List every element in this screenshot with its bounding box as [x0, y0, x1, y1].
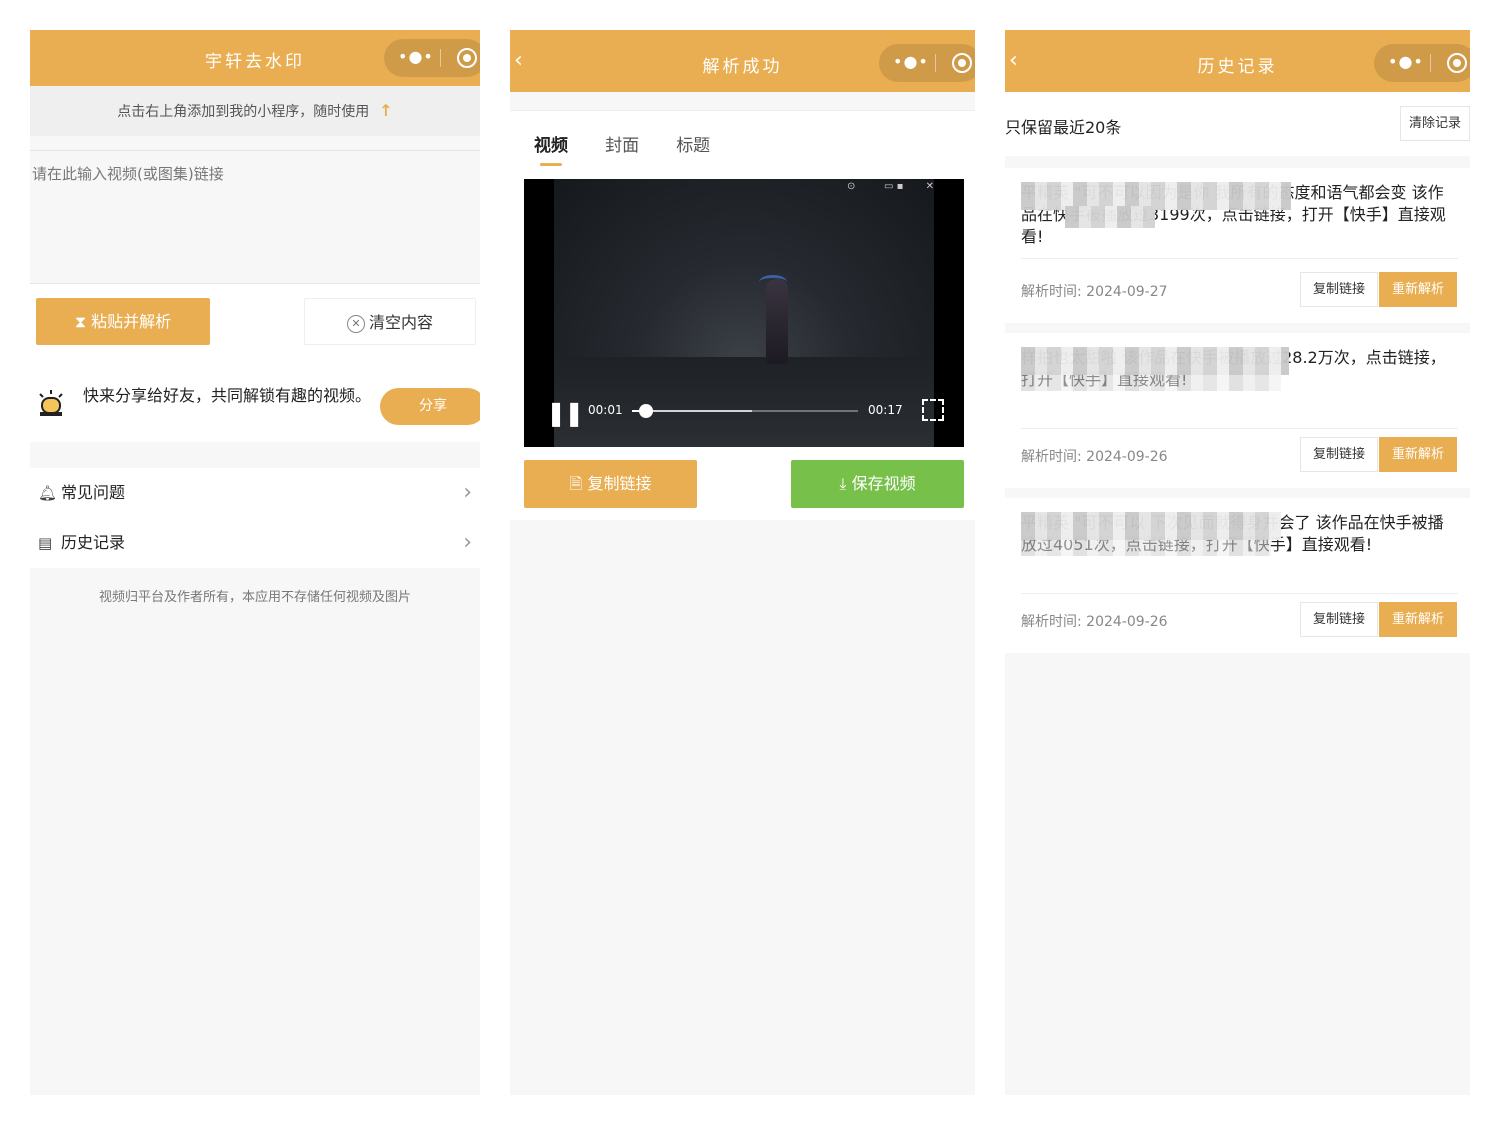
list-icon: ▤ [38, 534, 53, 552]
divider [1021, 428, 1458, 429]
video-player[interactable]: ⊙ ▭ ▪ ✕ ❚❚ 00:01 00:17 [524, 179, 964, 447]
add-tip-banner: 点击右上角添加到我的小程序，随时使用 ↑ [30, 86, 480, 136]
progress-track[interactable] [632, 404, 858, 418]
share-row: 快来分享给好友，共同解锁有趣的视频。 分享 [30, 370, 480, 442]
reparse-button[interactable]: 重新解析 [1379, 602, 1457, 637]
clear-content-button[interactable]: ✕ 清空内容 [304, 298, 476, 345]
reparse-button[interactable]: 重新解析 [1379, 437, 1457, 472]
copy-link-button[interactable]: 复制链接 [1300, 437, 1378, 472]
link-input[interactable] [30, 151, 480, 283]
link-input-area [30, 150, 480, 284]
mini-program-capsule: •●• [1374, 44, 1470, 82]
capsule-divider [935, 54, 936, 72]
time-label: 解析时间: [1021, 614, 1082, 630]
target-close-icon[interactable] [1447, 53, 1467, 73]
paste-parse-label: 粘贴并解析 [91, 312, 172, 331]
blurred-text [1021, 371, 1281, 391]
menu-item-label: 历史记录 [61, 533, 126, 552]
target-close-icon[interactable] [457, 48, 477, 68]
more-dots-icon[interactable]: •●• [1388, 52, 1424, 71]
save-video-button[interactable]: ⤓ 保存视频 [791, 460, 964, 508]
disclaimer-text: 视频归平台及作者所有，本应用不存储任何视频及图片 [98, 590, 411, 605]
save-video-label: 保存视频 [851, 474, 916, 493]
document-icon: 🗎︎ [569, 474, 583, 493]
title-bar: ‹ 解析成功 •●• [510, 30, 975, 92]
reparse-button[interactable]: 重新解析 [1379, 272, 1457, 307]
divider [1021, 593, 1458, 594]
copy-link-label: 复制链接 [587, 474, 652, 493]
divider [1021, 258, 1458, 259]
history-item-time: 解析时间: 2024-09-26 [1021, 611, 1168, 631]
history-item-time: 解析时间: 2024-09-26 [1021, 446, 1168, 466]
share-text: 快来分享给好友，共同解锁有趣的视频。 [83, 386, 372, 405]
capsule-divider [440, 49, 441, 67]
time-label: 解析时间: [1021, 284, 1082, 300]
time-label: 解析时间: [1021, 449, 1082, 465]
clear-circle-icon: ✕ [346, 314, 365, 333]
video-umbrella [759, 275, 787, 289]
time-value: 2024-09-27 [1086, 284, 1168, 300]
tab-title[interactable]: 标题 [676, 131, 710, 156]
clear-history-button[interactable]: 清除记录 [1400, 106, 1470, 141]
home-screen: 宇轩去水印 •●• 点击右上角添加到我的小程序，随时使用 ↑ ⧗ 粘贴并解析 ✕清… [30, 30, 480, 1095]
fullscreen-icon[interactable] [922, 399, 944, 421]
share-button[interactable]: 分享 [380, 388, 480, 425]
pause-icon[interactable]: ❚❚ [546, 399, 584, 427]
add-tip-text: 点击右上角添加到我的小程序，随时使用 [117, 104, 370, 120]
capsule-divider [1430, 54, 1431, 72]
duration-time: 00:17 [868, 403, 903, 417]
blurred-text [1021, 536, 1271, 556]
history-item: 样拍也太甜啦 该作品在快手被播放过28.2万次，点击链接，打开【快手】直接观看!… [1005, 333, 1470, 488]
copy-link-button[interactable]: 复制链接 [1300, 272, 1378, 307]
arrow-up-icon: ↑ [379, 101, 393, 120]
time-value: 2024-09-26 [1086, 449, 1168, 465]
empty-area [510, 520, 975, 1095]
mini-program-capsule: •●• [879, 44, 975, 82]
history-item-time: 解析时间: 2024-09-27 [1021, 281, 1168, 301]
parse-result-screen: ‹ 解析成功 •●• 视频 封面 标题 ⊙ ▭ ▪ ✕ ❚❚ 00:01 00:… [510, 30, 975, 1095]
menu-item-label: 常见问题 [61, 483, 126, 502]
action-row: ⧗ 粘贴并解析 ✕ 清空内容 [30, 284, 480, 370]
title-bar: 宇轩去水印 •●• [30, 30, 480, 86]
video-controls: ❚❚ 00:01 00:17 [524, 389, 964, 447]
blurred-text [1021, 182, 1291, 210]
menu-item-history[interactable]: ▤ 历史记录 › [30, 518, 480, 568]
download-icon: ⤓ [839, 474, 847, 493]
chevron-right-icon: › [463, 530, 472, 555]
target-close-icon[interactable] [952, 53, 972, 73]
clear-content-label: 清空内容 [368, 313, 433, 332]
progress-knob[interactable] [638, 404, 653, 418]
menu-item-faq[interactable]: 🔔︎ 常见问题 › [30, 468, 480, 518]
time-value: 2024-09-26 [1086, 614, 1168, 630]
paste-parse-button[interactable]: ⧗ 粘贴并解析 [36, 298, 210, 345]
menu-list: 🔔︎ 常见问题 › ▤ 历史记录 › [30, 468, 480, 568]
copy-link-button[interactable]: 🗎︎ 复制链接 [524, 460, 697, 508]
current-time: 00:01 [588, 403, 623, 417]
result-tabs: 视频 封面 标题 [534, 131, 742, 166]
more-dots-icon[interactable]: •●• [398, 47, 434, 66]
title-bar: ‹ 历史记录 •●• [1005, 30, 1470, 92]
copy-link-button[interactable]: 复制链接 [1300, 602, 1378, 637]
more-dots-icon[interactable]: •●• [893, 52, 929, 71]
blurred-text [1065, 206, 1155, 228]
alarm-icon [39, 390, 63, 416]
mini-program-capsule: •●• [384, 39, 480, 77]
hourglass-icon: ⧗ [74, 312, 87, 331]
tab-video[interactable]: 视频 [534, 131, 568, 166]
history-header: 只保留最近20条 清除记录 [1005, 92, 1470, 156]
tab-cover[interactable]: 封面 [605, 131, 639, 156]
history-screen: ‹ 历史记录 •●• 只保留最近20条 清除记录 平精英 "可不可以因为是你 我… [1005, 30, 1470, 1095]
history-note: 只保留最近20条 [1005, 118, 1122, 137]
bell-icon: 🔔︎ [38, 484, 58, 502]
result-card: 视频 封面 标题 ⊙ ▭ ▪ ✕ ❚❚ 00:01 00:17 🗎︎ 复制链接 … [510, 110, 975, 520]
video-top-controls[interactable]: ⊙ ▭ ▪ ✕ [847, 181, 934, 192]
history-item: 平精英 "可不可以因为是你 我所有的态度和语气都会变 该作品在快手被播放过319… [1005, 168, 1470, 323]
chevron-right-icon: › [463, 480, 472, 505]
video-figure [766, 279, 788, 364]
history-item: 平精英 "可不可以 下次见面就得身并会了 该作品在快手被播放过4051次，点击链… [1005, 498, 1470, 653]
